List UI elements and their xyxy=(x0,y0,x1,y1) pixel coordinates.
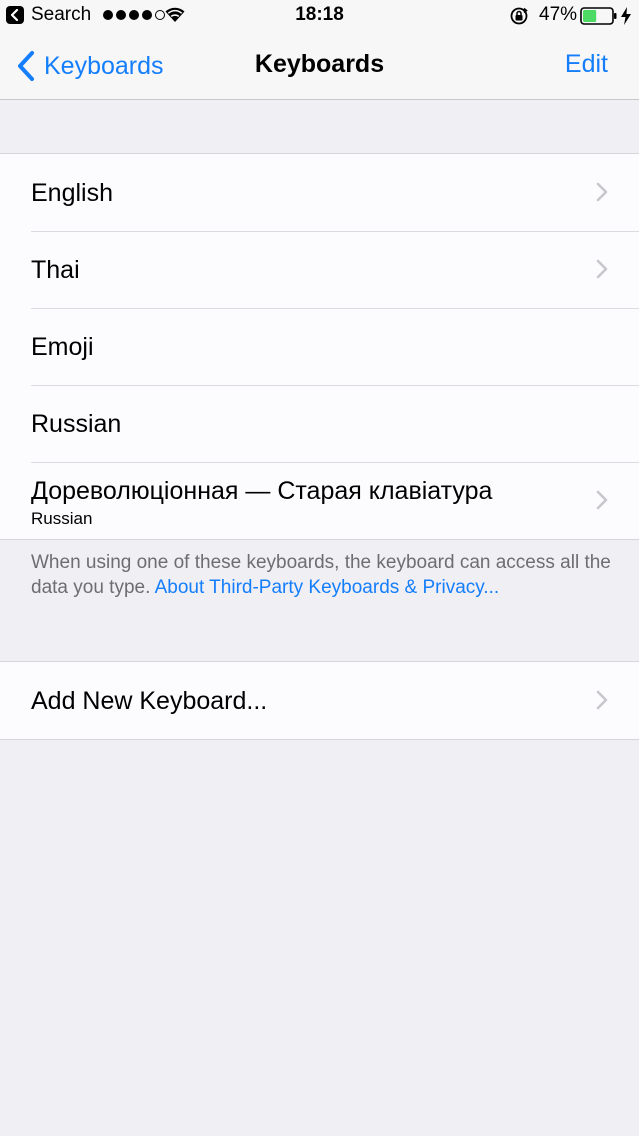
add-keyboard-group: Add New Keyboard... xyxy=(0,661,639,740)
orientation-lock-icon xyxy=(510,7,528,25)
keyboard-label: Дореволюцiонная — Старая клавiатура xyxy=(31,477,493,505)
keyboard-row-thai[interactable]: Thai xyxy=(0,231,639,308)
keyboard-row-emoji[interactable]: Emoji xyxy=(0,308,639,385)
chevron-right-icon xyxy=(596,259,608,279)
chevron-right-icon xyxy=(596,490,608,510)
charging-bolt-icon xyxy=(621,7,631,25)
keyboard-row-english[interactable]: English xyxy=(0,154,639,231)
keyboard-row-russian[interactable]: Russian xyxy=(0,385,639,462)
add-new-keyboard-label: Add New Keyboard... xyxy=(31,687,268,715)
add-new-keyboard-row[interactable]: Add New Keyboard... xyxy=(0,662,639,739)
keyboard-label: Emoji xyxy=(31,333,94,361)
keyboard-label: Thai xyxy=(31,256,80,284)
keyboard-language-subtitle: Russian xyxy=(31,509,93,528)
status-bar: Search 18:18 47% xyxy=(0,0,639,32)
keyboard-row-old-russian[interactable]: Дореволюцiонная — Старая клавiатура Russ… xyxy=(0,462,639,539)
keyboard-label: Russian xyxy=(31,410,122,438)
chevron-right-icon xyxy=(596,182,608,202)
privacy-link[interactable]: About Third-Party Keyboards & Privacy... xyxy=(155,577,500,598)
keyboards-list: English Thai Emoji Russian Дореволюцiонн… xyxy=(0,153,639,540)
keyboard-label: English xyxy=(31,179,113,207)
battery-percentage: 47% xyxy=(539,4,578,25)
edit-button[interactable]: Edit xyxy=(565,50,608,79)
battery-icon xyxy=(580,7,617,25)
chevron-right-icon xyxy=(596,690,608,710)
privacy-footer-note: When using one of these keyboards, the k… xyxy=(31,550,611,600)
navigation-bar: Keyboards Keyboards Edit xyxy=(0,32,639,100)
page-title: Keyboards xyxy=(254,50,385,78)
